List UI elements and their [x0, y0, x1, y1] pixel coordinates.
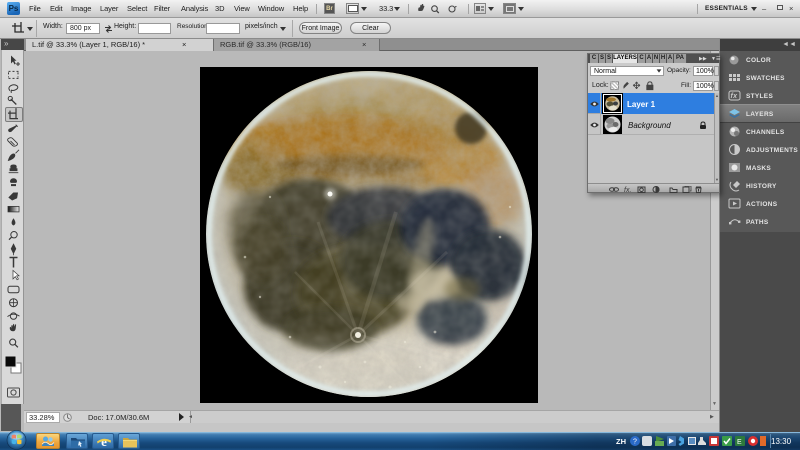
svg-text:fx: fx [731, 93, 739, 100]
svg-text:E: E [737, 439, 742, 446]
svg-text:fx.: fx. [624, 187, 631, 193]
svg-text:?: ? [633, 439, 637, 446]
